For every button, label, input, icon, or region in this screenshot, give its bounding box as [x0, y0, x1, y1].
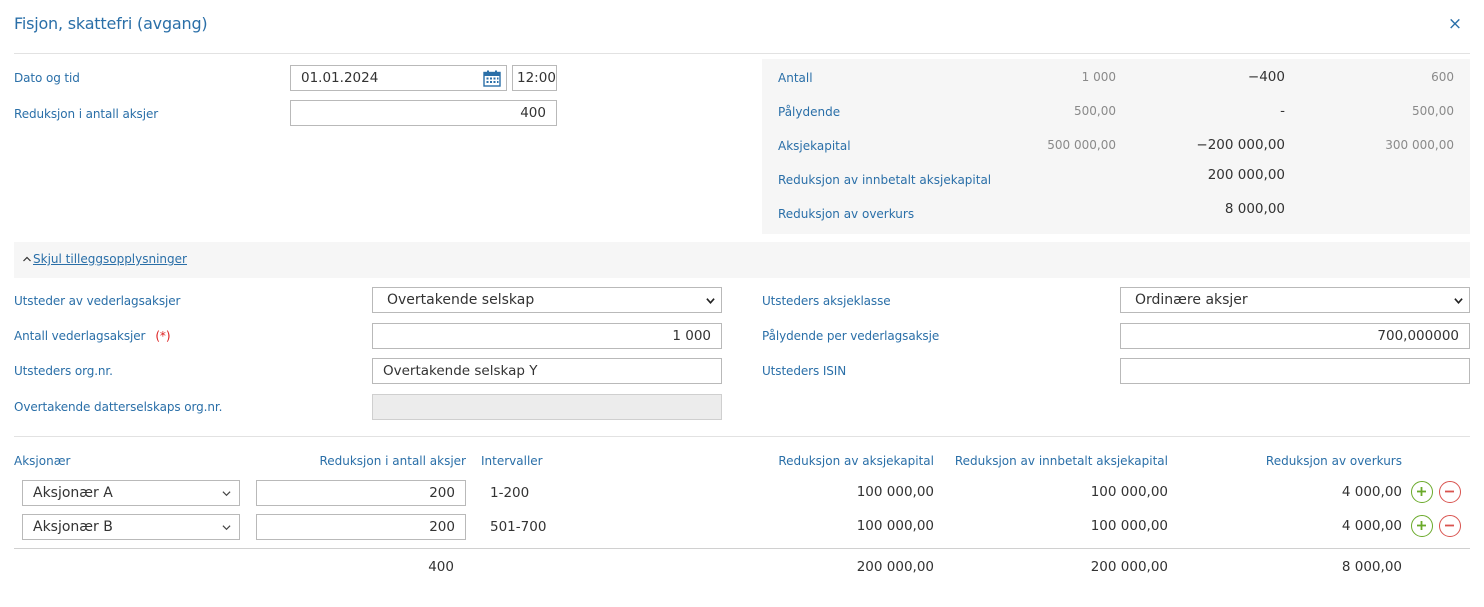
summary-change-value: 8 000,00: [1224, 201, 1285, 217]
chevron-up-icon: [22, 252, 32, 266]
totals-divider: [14, 548, 1470, 549]
interval-value: 1-200: [490, 485, 530, 501]
isin-input[interactable]: [1120, 358, 1470, 384]
minus-circle-icon[interactable]: [1439, 515, 1461, 537]
time-input[interactable]: 12:00: [512, 65, 557, 91]
summary-after-value: 300 000,00: [1385, 138, 1454, 152]
summary-after-value: 600: [1431, 70, 1454, 84]
date-input[interactable]: 01.01.2024: [290, 65, 507, 91]
col-header-reduction-premium: Reduksjon av overkurs: [1265, 454, 1402, 468]
issuer-value: Overtakende selskap: [387, 292, 535, 308]
summary-before-value: 1 000: [1081, 70, 1116, 84]
close-icon[interactable]: ×: [1447, 14, 1463, 34]
nominal-label: Pålydende per vederlagsaksje: [762, 329, 940, 343]
count-input[interactable]: 1 000: [372, 323, 722, 349]
calendar-icon[interactable]: [483, 70, 501, 87]
total-premium: 8 000,00: [1341, 559, 1402, 575]
summary-change-value: 200 000,00: [1207, 167, 1285, 183]
reduction-capital-value: 100 000,00: [856, 518, 934, 534]
orgnr-input[interactable]: Overtakende selskap Y: [372, 358, 722, 384]
reduction-premium-value: 4 000,00: [1341, 518, 1402, 534]
reduction-count-input[interactable]: 200: [256, 480, 466, 506]
subsidiary-orgnr-label: Overtakende datterselskaps org.nr.: [14, 400, 223, 414]
date-value: 01.01.2024: [301, 70, 379, 86]
count-label-text: Antall vederlagsaksjer: [14, 329, 146, 343]
plus-circle-icon[interactable]: [1411, 515, 1433, 537]
summary-before-value: 500,00: [1074, 104, 1116, 118]
total-capital: 200 000,00: [856, 559, 934, 575]
chevron-down-icon: [222, 525, 231, 531]
total-count: 400: [428, 559, 454, 575]
summary-change-value: −400: [1247, 69, 1285, 85]
shareholder-value: Aksjonær B: [33, 519, 113, 535]
nominal-input[interactable]: 700,000000: [1120, 323, 1470, 349]
issuer-select[interactable]: Overtakende selskap: [372, 287, 722, 313]
col-header-intervals: Intervaller: [481, 454, 543, 468]
share-class-label: Utsteders aksjeklasse: [762, 294, 891, 308]
summary-label: Pålydende: [778, 105, 841, 119]
reduction-paid-value: 100 000,00: [1090, 518, 1168, 534]
col-header-reduction-capital: Reduksjon av aksjekapital: [778, 454, 934, 468]
interval-value: 501-700: [490, 519, 547, 535]
reduction-capital-value: 100 000,00: [856, 484, 934, 500]
plus-circle-icon[interactable]: [1411, 481, 1433, 503]
chevron-down-icon: [1454, 298, 1463, 304]
reduction-count-input[interactable]: 200: [256, 514, 466, 540]
chevron-down-icon: [222, 491, 231, 497]
summary-label: Reduksjon av innbetalt aksjekapital: [778, 173, 992, 187]
toggle-additional-info-link[interactable]: Skjul tilleggsopplysninger: [22, 252, 187, 266]
section-divider: [14, 436, 1470, 437]
count-label: Antall vederlagsaksjer (*): [14, 329, 171, 343]
minus-circle-icon[interactable]: [1439, 481, 1461, 503]
summary-change-value: -: [1280, 103, 1285, 119]
summary-after-value: 500,00: [1412, 104, 1454, 118]
col-header-shareholder: Aksjonær: [14, 454, 71, 468]
date-time-label: Dato og tid: [14, 71, 80, 85]
share-class-select[interactable]: Ordinære aksjer: [1120, 287, 1470, 313]
total-paid: 200 000,00: [1090, 559, 1168, 575]
dialog-title: Fisjon, skattefri (avgang): [14, 14, 208, 33]
reduction-paid-value: 100 000,00: [1090, 484, 1168, 500]
share-class-value: Ordinære aksjer: [1135, 292, 1248, 308]
chevron-down-icon: [706, 298, 715, 304]
summary-label: Antall: [778, 71, 813, 85]
summary-before-value: 500 000,00: [1047, 138, 1116, 152]
shareholder-select[interactable]: Aksjonær B: [22, 514, 240, 540]
subsidiary-orgnr-input: [372, 394, 722, 420]
summary-change-value: −200 000,00: [1196, 137, 1285, 153]
reduction-premium-value: 4 000,00: [1341, 484, 1402, 500]
header-divider: [14, 53, 1470, 54]
summary-label: Reduksjon av overkurs: [778, 207, 915, 221]
reduction-input[interactable]: 400: [290, 100, 557, 126]
reduction-label: Reduksjon i antall aksjer: [14, 107, 159, 121]
shareholder-select[interactable]: Aksjonær A: [22, 480, 240, 506]
toggle-label: Skjul tilleggsopplysninger: [33, 252, 187, 266]
shareholder-value: Aksjonær A: [33, 485, 113, 501]
orgnr-label: Utsteders org.nr.: [14, 364, 113, 378]
toggle-bar: [14, 242, 1470, 278]
summary-label: Aksjekapital: [778, 139, 851, 153]
required-marker: (*): [155, 329, 171, 343]
col-header-reduction-paid: Reduksjon av innbetalt aksjekapital: [954, 454, 1168, 468]
col-header-reduction-count: Reduksjon i antall aksjer: [319, 454, 466, 468]
isin-label: Utsteders ISIN: [762, 364, 847, 378]
issuer-label: Utsteder av vederlagsaksjer: [14, 294, 181, 308]
